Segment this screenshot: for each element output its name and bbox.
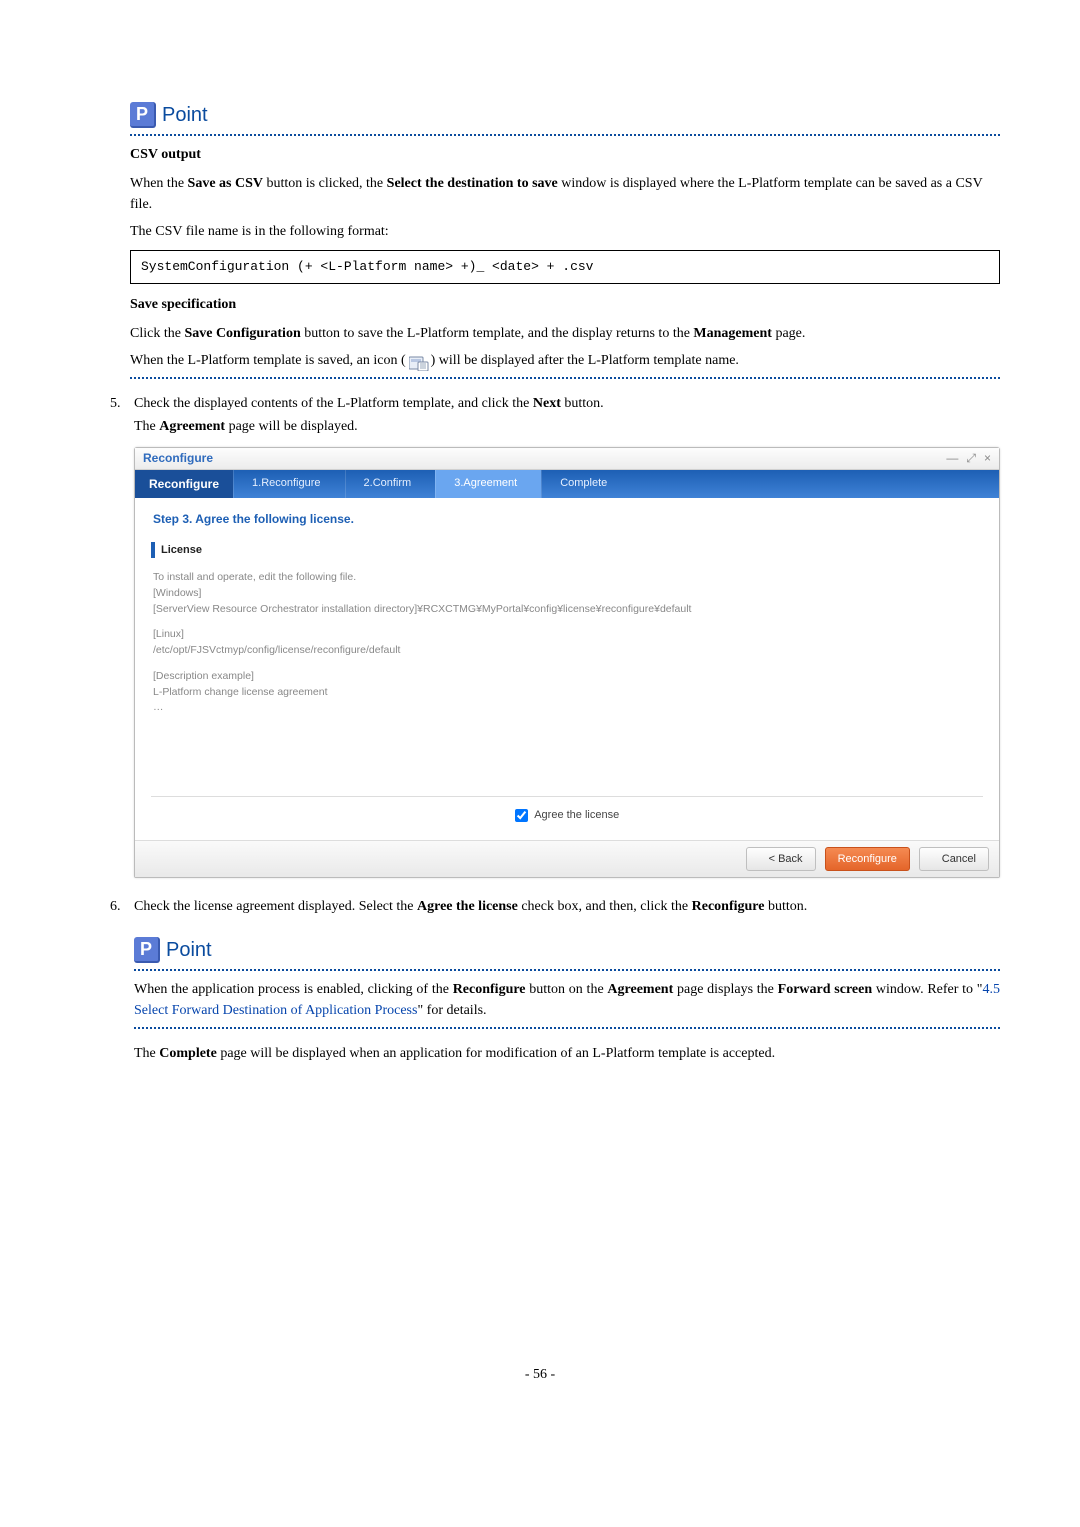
text-bold: Save as CSV [188, 176, 263, 191]
license-linux-label: [Linux] [153, 627, 981, 643]
text: page will be displayed. [225, 419, 358, 434]
separator [130, 134, 1000, 136]
text: button on the [526, 982, 608, 997]
point-label: Point [162, 100, 208, 130]
text: page displays the [673, 982, 777, 997]
text-bold: Agreement [159, 419, 225, 434]
separator [134, 1027, 1000, 1029]
tab-complete[interactable]: Complete [541, 470, 631, 498]
step6-paragraph: Check the license agreement displayed. S… [134, 896, 1000, 917]
cancel-button[interactable]: Cancel [919, 847, 989, 872]
text-bold: Forward screen [778, 982, 872, 997]
license-linux-path: /etc/opt/FJSVctmyp/config/license/reconf… [153, 643, 981, 659]
save-spec-paragraph-2: When the L-Platform template is saved, a… [130, 350, 1000, 371]
reconfigure-window: Reconfigure — ⤢ × Reconfigure 1.Reconfig… [134, 447, 1000, 879]
tab-agreement[interactable]: 3.Agreement [435, 470, 541, 498]
license-desc-label: [Description example] [153, 669, 981, 685]
wizard-button-bar: < Back Reconfigure Cancel [135, 840, 999, 878]
license-ellipsis: … [153, 700, 981, 716]
text-bold: Next [533, 396, 561, 411]
agree-license-text: Agree the license [534, 809, 619, 821]
license-desc-text: L-Platform change license agreement [153, 685, 981, 701]
license-windows-path: [ServerView Resource Orchestrator instal… [153, 602, 981, 618]
window-close-icon[interactable]: × [984, 449, 991, 467]
page-number: - 56 - [80, 1364, 1000, 1385]
license-line: To install and operate, edit the followi… [153, 570, 981, 586]
csv-format-paragraph: The CSV file name is in the following fo… [130, 221, 1000, 242]
window-maximize-icon[interactable]: ⤢ [966, 449, 976, 467]
agree-license-checkbox[interactable] [515, 809, 528, 822]
back-button[interactable]: < Back [746, 847, 816, 872]
reconfigure-button[interactable]: Reconfigure [825, 847, 910, 872]
license-text: To install and operate, edit the followi… [151, 566, 983, 796]
tab-reconfigure[interactable]: 1.Reconfigure [233, 470, 345, 498]
text: Check the license agreement displayed. S… [134, 899, 417, 914]
license-windows-label: [Windows] [153, 586, 981, 602]
text-bold: Management [693, 326, 772, 341]
text: page will be displayed when an applicati… [217, 1046, 775, 1061]
point-label: Point [166, 935, 212, 965]
text: button. [561, 396, 604, 411]
text-bold: Agree the license [417, 899, 518, 914]
text: When the application process is enabled,… [134, 982, 453, 997]
text: window. Refer to " [872, 982, 982, 997]
csv-output-heading: CSV output [130, 144, 1000, 165]
save-spec-paragraph-1: Click the Save Configuration button to s… [130, 323, 1000, 344]
wizard-tabs: Reconfigure 1.Reconfigure 2.Confirm 3.Ag… [135, 470, 999, 498]
csv-output-paragraph: When the Save as CSV button is clicked, … [130, 173, 1000, 215]
text-bold: Reconfigure [453, 982, 526, 997]
text: Click the [130, 326, 184, 341]
text: The [134, 419, 159, 434]
window-title: Reconfigure [143, 449, 213, 467]
tab-confirm[interactable]: 2.Confirm [345, 470, 436, 498]
point-icon: P [130, 102, 156, 128]
point2-paragraph: When the application process is enabled,… [134, 979, 1000, 1021]
text: The [134, 1046, 159, 1061]
text: ) will be displayed after the L-Platform… [431, 353, 739, 368]
text: button is clicked, the [263, 176, 387, 191]
step5-line2: The Agreement page will be displayed. [134, 416, 1000, 437]
separator [130, 377, 1000, 379]
text: When the L-Platform template is saved, a… [130, 353, 409, 368]
saved-template-icon [409, 352, 427, 368]
text: button to save the L-Platform template, … [301, 326, 694, 341]
text: When the [130, 176, 188, 191]
csv-filename-format-code: SystemConfiguration (+ <L-Platform name>… [130, 250, 1000, 284]
text-bold: Select the destination to save [387, 176, 558, 191]
text: Check the displayed contents of the L-Pl… [134, 396, 533, 411]
text: check box, and then, click the [518, 899, 692, 914]
save-spec-heading: Save specification [130, 294, 1000, 315]
text: button. [764, 899, 807, 914]
text: " for details. [417, 1003, 486, 1018]
point-header: P Point [130, 100, 1000, 130]
license-panel-title: License [151, 542, 983, 559]
agree-license-row: Agree the license [151, 796, 983, 828]
agree-license-label[interactable]: Agree the license [515, 809, 619, 821]
point-header: P Point [134, 935, 1000, 965]
complete-paragraph: The Complete page will be displayed when… [134, 1043, 1000, 1064]
point-icon: P [134, 937, 160, 963]
window-titlebar: Reconfigure — ⤢ × [135, 448, 999, 470]
text-bold: Complete [159, 1046, 217, 1061]
wizard-step-label: Step 3. Agree the following license. [153, 510, 983, 528]
step5-line1: Check the displayed contents of the L-Pl… [134, 393, 1000, 414]
wizard-title: Reconfigure [135, 470, 233, 498]
window-minimize-icon[interactable]: — [946, 449, 958, 467]
text: page. [772, 326, 805, 341]
text-bold: Save Configuration [184, 326, 300, 341]
separator [134, 969, 1000, 971]
text-bold: Reconfigure [692, 899, 765, 914]
step-5: Check the displayed contents of the L-Pl… [124, 393, 1000, 879]
step-6: Check the license agreement displayed. S… [124, 896, 1000, 1064]
text-bold: Agreement [607, 982, 673, 997]
